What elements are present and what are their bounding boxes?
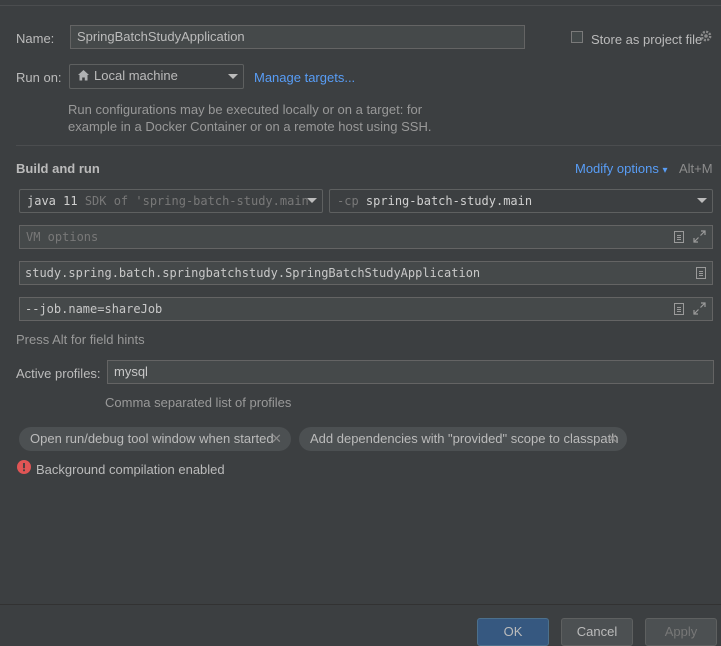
chip-open-tool-window: Open run/debug tool window when started …	[19, 427, 291, 451]
apply-button[interactable]: Apply	[645, 618, 717, 646]
background-compilation-text: Background compilation enabled	[36, 462, 225, 477]
close-icon[interactable]: ✕	[607, 427, 618, 451]
program-arguments-input[interactable]: --job.name=shareJob	[19, 297, 713, 321]
run-on-label: Run on:	[16, 70, 62, 85]
modify-options-label: Modify options	[575, 161, 659, 176]
expand-icon[interactable]	[693, 302, 706, 315]
home-icon	[77, 69, 90, 82]
close-icon[interactable]: ✕	[271, 427, 282, 451]
build-and-run-title: Build and run	[16, 161, 100, 176]
modify-options-shortcut: Alt+M	[679, 161, 713, 176]
manage-targets-link[interactable]: Manage targets...	[254, 70, 355, 85]
field-hints-text: Press Alt for field hints	[16, 332, 145, 347]
run-on-description-line2: example in a Docker Container or on a re…	[68, 119, 432, 134]
chevron-down-icon	[228, 74, 238, 79]
classpath-module-dropdown[interactable]: -cp spring-batch-study.main	[329, 189, 713, 213]
profiles-hint: Comma separated list of profiles	[105, 395, 292, 410]
active-profiles-label: Active profiles:	[16, 366, 101, 381]
section-divider	[16, 145, 721, 146]
ok-button[interactable]: OK	[477, 618, 549, 646]
name-label: Name:	[16, 31, 55, 46]
target-value: Local machine	[94, 68, 178, 83]
name-input[interactable]: SpringBatchStudyApplication	[70, 25, 525, 49]
gear-icon[interactable]	[699, 29, 713, 43]
document-icon[interactable]	[674, 303, 684, 315]
vm-options-input[interactable]: VM options	[19, 225, 713, 249]
chevron-down-icon	[307, 198, 317, 203]
document-icon[interactable]	[696, 267, 706, 279]
chevron-down-icon: ▾	[662, 165, 668, 176]
cp-module: spring-batch-study.main	[365, 194, 533, 208]
chip-label: Add dependencies with "provided" scope t…	[310, 431, 619, 446]
cp-prefix: -cp	[337, 194, 359, 208]
expand-icon[interactable]	[693, 230, 706, 243]
jdk-dropdown[interactable]: java 11 SDK of 'spring-batch-study.main	[19, 189, 323, 213]
active-profiles-input[interactable]: mysql	[107, 360, 714, 384]
jdk-version: java 11	[27, 194, 78, 208]
chevron-down-icon	[697, 198, 707, 203]
top-divider	[0, 5, 721, 6]
main-class-input[interactable]: study.spring.batch.springbatchstudy.Spri…	[19, 261, 713, 285]
error-icon	[17, 460, 31, 474]
footer-divider	[0, 604, 721, 605]
run-target-dropdown[interactable]: Local machine	[69, 64, 244, 89]
chip-provided-scope: Add dependencies with "provided" scope t…	[299, 427, 627, 451]
chip-label: Open run/debug tool window when started	[30, 431, 274, 446]
cancel-button[interactable]: Cancel	[561, 618, 633, 646]
jdk-detail: SDK of 'spring-batch-study.main	[84, 194, 309, 208]
document-icon[interactable]	[674, 231, 684, 243]
store-project-file-checkbox[interactable]	[571, 31, 583, 43]
run-on-description-line1: Run configurations may be executed local…	[68, 102, 423, 117]
store-project-file-label: Store as project file	[591, 32, 703, 47]
modify-options-button[interactable]: Modify options ▾	[575, 161, 667, 176]
